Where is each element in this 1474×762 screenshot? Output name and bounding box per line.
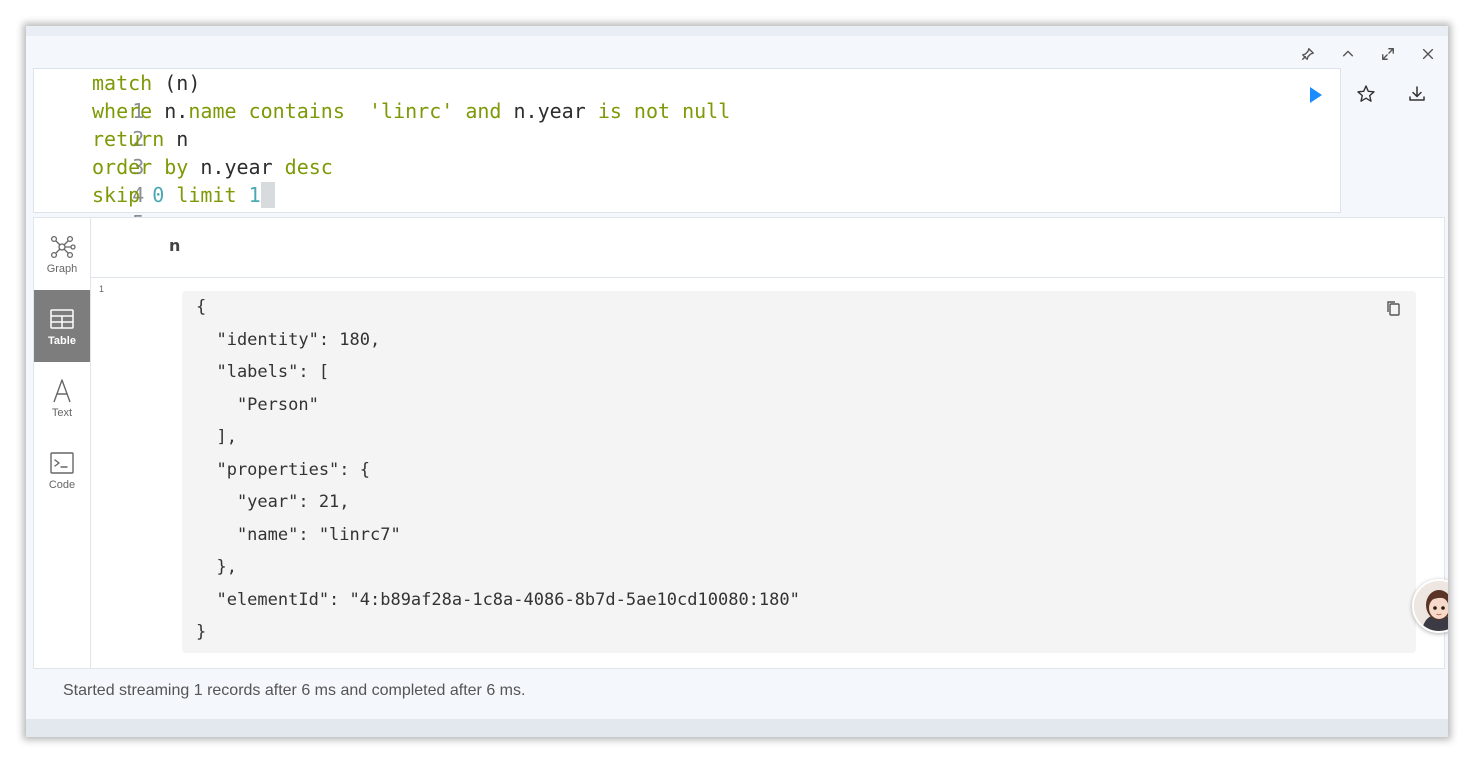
assistant-avatar-icon xyxy=(1414,581,1448,631)
code-token: n xyxy=(176,127,189,151)
code-line[interactable]: 4 order by n.year desc xyxy=(34,153,333,207)
code-line[interactable]: 3 return n xyxy=(34,125,188,179)
code-token: (n) xyxy=(164,71,201,95)
favorite-button[interactable] xyxy=(1352,80,1380,108)
close-icon[interactable] xyxy=(1418,44,1438,64)
sidebar-item-label: Graph xyxy=(46,262,78,275)
code-line[interactable]: 1 match (n) xyxy=(34,69,200,123)
sidebar-item-label: Text xyxy=(51,406,73,419)
code-token: match xyxy=(92,71,153,95)
text-icon xyxy=(53,378,71,402)
row-number: 1 xyxy=(99,284,105,294)
json-line: "year": 21, xyxy=(196,492,350,512)
code-line[interactable]: 5 skip 0 limit 1 xyxy=(34,181,275,235)
sidebar-item-text[interactable]: Text xyxy=(34,362,90,434)
sidebar-item-code[interactable]: Code xyxy=(34,434,90,506)
query-editor[interactable]: 1 match (n) 2 where n.name contains 'lin… xyxy=(33,68,1341,235)
column-header: n xyxy=(169,236,181,255)
json-line: }, xyxy=(196,557,237,577)
code-token: return xyxy=(92,127,165,151)
table-header: n xyxy=(91,218,1444,278)
copy-icon xyxy=(1387,301,1400,316)
code-token: and xyxy=(465,99,502,123)
json-line: "elementId": "4:b89af28a-1c8a-4086-8b7d-… xyxy=(196,589,800,610)
graph-icon xyxy=(50,235,76,258)
code-token: order by xyxy=(92,155,189,179)
code-token: desc xyxy=(284,155,333,179)
sidebar-item-label: Code xyxy=(48,478,76,491)
pin-icon[interactable] xyxy=(1298,44,1318,64)
top-strip xyxy=(26,26,1448,36)
play-icon xyxy=(1310,87,1322,103)
table-icon xyxy=(50,308,74,329)
code-token: 0 xyxy=(152,183,165,207)
code-token: limit xyxy=(176,183,237,207)
json-line: ], xyxy=(196,427,237,447)
code-token: skip xyxy=(92,183,141,207)
json-line: "name": "linrc7" xyxy=(196,524,401,545)
json-line: "labels": [ xyxy=(196,362,330,382)
sidebar-item-graph[interactable]: Graph xyxy=(34,218,90,290)
code-icon xyxy=(50,451,74,474)
star-icon xyxy=(1357,85,1375,102)
text-cursor xyxy=(260,182,275,208)
code-line[interactable]: 2 where n.name contains 'linrc' and n.ye… xyxy=(34,97,730,151)
json-line: "identity": 180, xyxy=(196,329,381,350)
code-token: n.year xyxy=(513,99,586,123)
code-token: where xyxy=(92,99,153,123)
code-token: is not null xyxy=(597,99,731,123)
json-line: "Person" xyxy=(196,394,319,415)
query-frame: 1 match (n) 2 where n.name contains 'lin… xyxy=(26,26,1448,737)
copy-button[interactable] xyxy=(1382,297,1404,319)
code-token: name contains xyxy=(188,99,345,123)
result-panel: Graph Table Text Code n 1 {"identity": … xyxy=(33,217,1445,669)
sidebar-item-table[interactable]: Table xyxy=(34,290,90,362)
chevron-up-icon[interactable] xyxy=(1338,44,1358,64)
code-token: 'linrc' xyxy=(369,99,454,123)
status-message: Started streaming 1 records after 6 ms a… xyxy=(63,682,526,699)
expand-icon[interactable] xyxy=(1378,44,1398,64)
json-line: { xyxy=(196,297,207,317)
run-button[interactable] xyxy=(1301,81,1329,109)
download-button[interactable] xyxy=(1403,80,1431,108)
bottom-strip xyxy=(26,719,1448,737)
json-line: "properties": { xyxy=(196,459,370,480)
view-sidebar: Graph Table Text Code xyxy=(34,218,91,668)
json-cell: { "identity": 180, "labels": [ "Person" … xyxy=(182,291,1416,653)
code-token: 1 xyxy=(248,183,261,207)
code-token: n.year xyxy=(200,155,273,179)
download-icon xyxy=(1409,86,1425,101)
json-line: } xyxy=(196,622,207,642)
code-token: n. xyxy=(164,99,189,123)
sidebar-item-label: Table xyxy=(48,334,76,347)
